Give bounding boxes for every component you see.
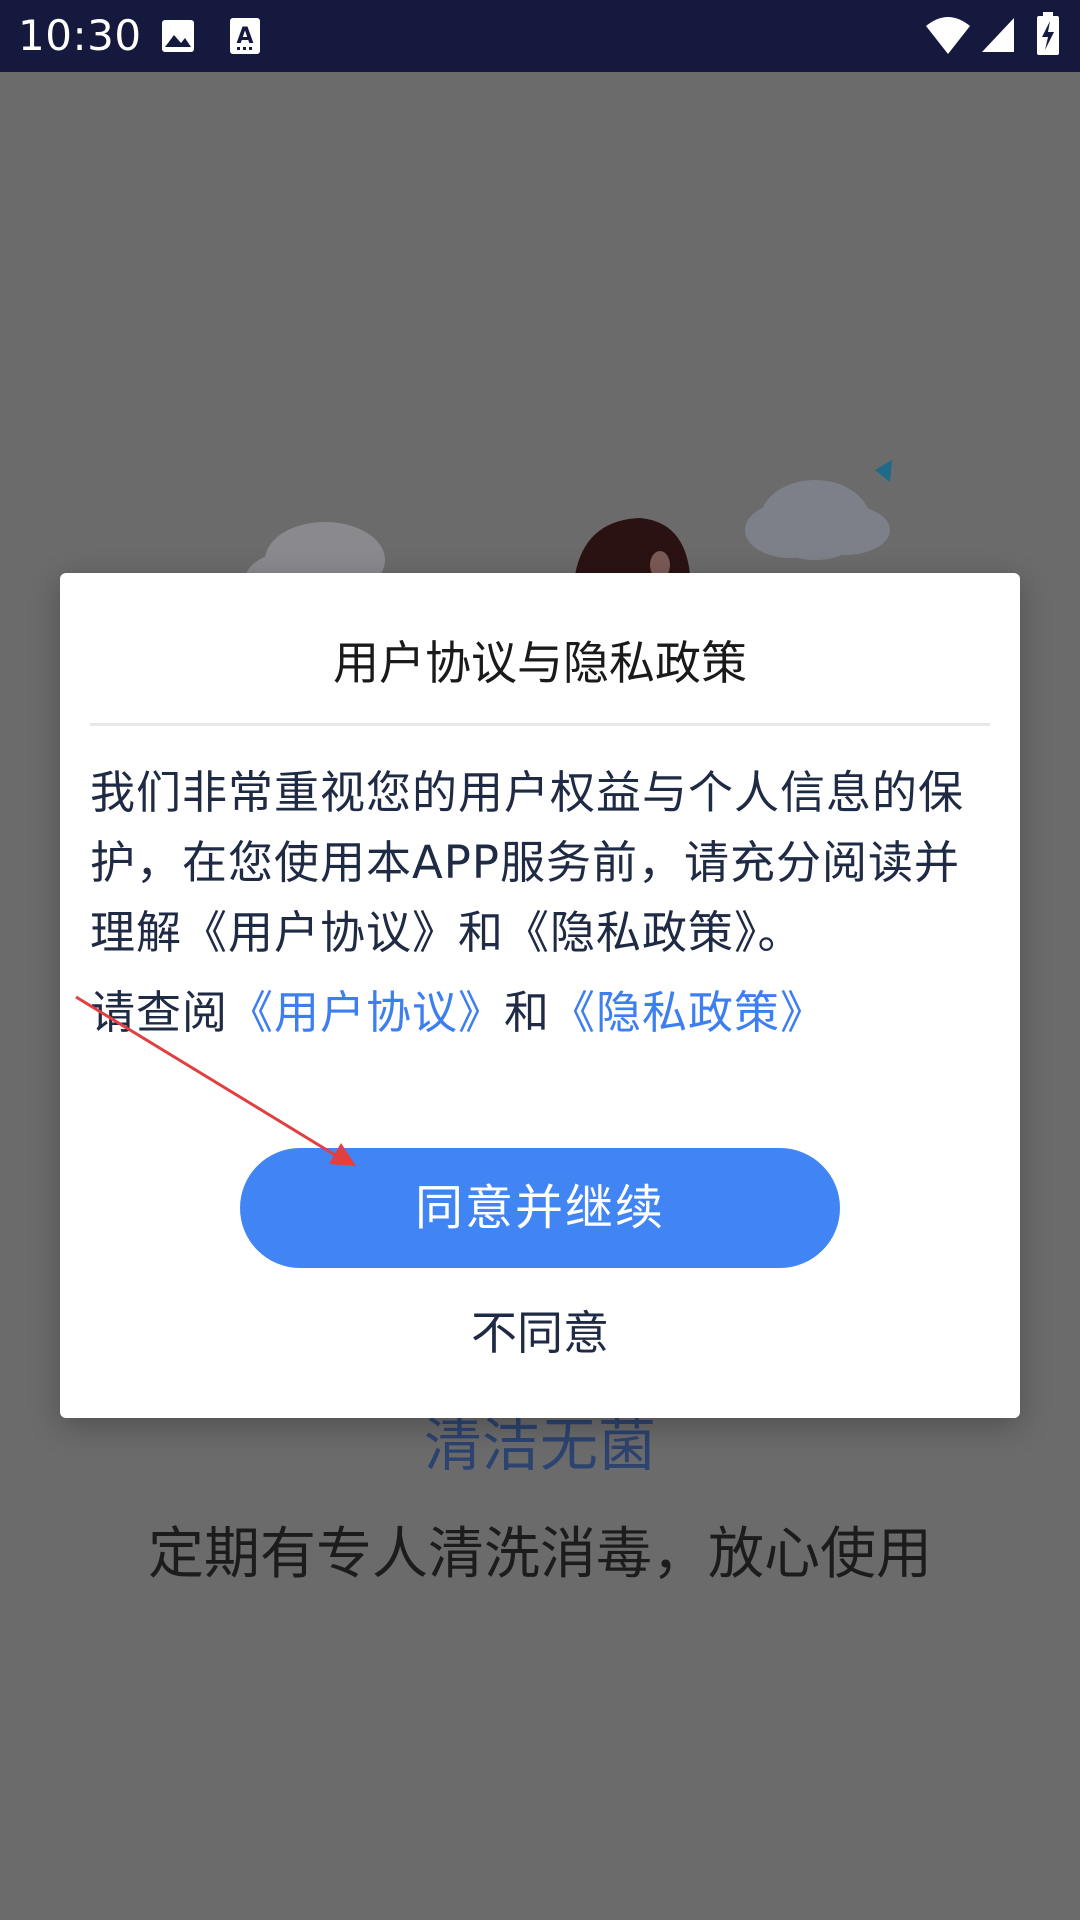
disagree-button[interactable]: 不同意 <box>390 1288 690 1378</box>
privacy-dialog: 用户协议与隐私政策 我们非常重视您的用户权益与个人信息的保护，在您使用本APP服… <box>60 573 1020 1418</box>
links-prefix: 请查阅 <box>90 986 229 1039</box>
background-subtitle: 定期有专人清洗消毒，放心使用 <box>148 1522 932 1587</box>
status-bar: 10:30 A <box>0 0 1080 72</box>
signal-icon <box>980 16 1016 58</box>
status-time: 10:30 <box>18 11 142 60</box>
dialog-links-line: 请查阅《用户协议》和《隐私政策》 <box>90 978 990 1048</box>
svg-text:A: A <box>236 24 253 49</box>
dialog-divider <box>90 723 990 726</box>
links-and: 和 <box>504 986 551 1039</box>
text-a-icon: A <box>228 16 262 60</box>
agree-continue-button[interactable]: 同意并继续 <box>240 1148 840 1268</box>
wifi-icon <box>925 14 971 60</box>
user-agreement-link[interactable]: 《用户协议》 <box>228 986 504 1039</box>
image-icon <box>160 18 196 58</box>
dialog-title: 用户协议与隐私政策 <box>333 636 747 690</box>
battery-charging-icon <box>1036 12 1060 60</box>
dialog-body-text: 我们非常重视您的用户权益与个人信息的保护，在您使用本APP服务前，请充分阅读并理… <box>90 766 965 959</box>
privacy-policy-link[interactable]: 《隐私政策》 <box>550 986 826 1039</box>
